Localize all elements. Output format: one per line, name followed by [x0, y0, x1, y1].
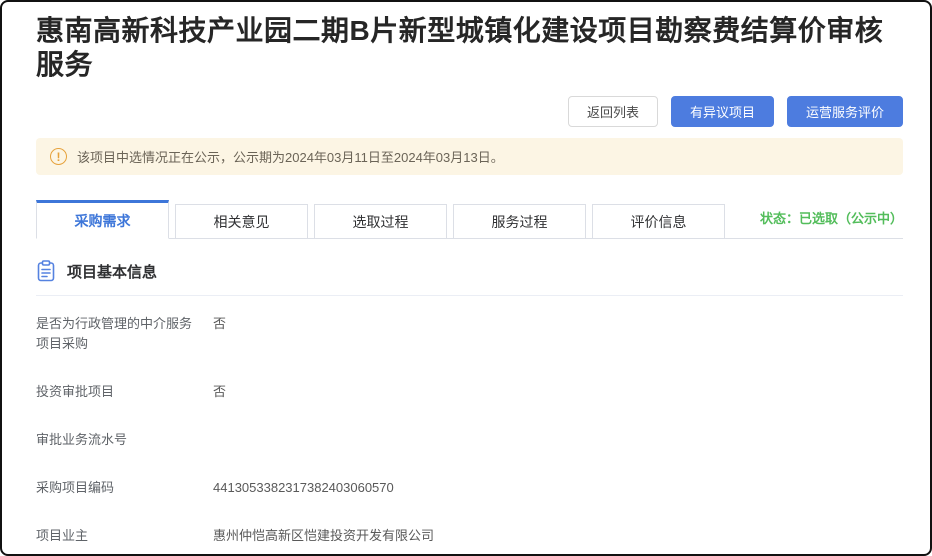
clipboard-icon: [36, 260, 56, 282]
field-label: 审批业务流水号: [36, 430, 199, 450]
field-row-procurement-project-code: 采购项目编码 4413053382317382403060570: [36, 464, 903, 512]
field-value: 否: [213, 382, 226, 402]
dispute-project-button[interactable]: 有异议项目: [671, 96, 774, 127]
field-row-approval-serial-number: 审批业务流水号: [36, 416, 903, 464]
back-to-list-button[interactable]: 返回列表: [568, 96, 658, 127]
field-row-investment-approval: 投资审批项目 否: [36, 368, 903, 416]
field-label: 投资审批项目: [36, 382, 199, 402]
tab-evaluation-info[interactable]: 评价信息: [592, 204, 725, 238]
field-label: 项目业主: [36, 526, 199, 546]
section-title: 项目基本信息: [67, 261, 157, 282]
tab-procurement-requirements[interactable]: 采购需求: [36, 200, 169, 239]
field-value: 4413053382317382403060570: [213, 478, 394, 498]
field-value: 否: [213, 314, 226, 334]
field-label: 采购项目编码: [36, 478, 199, 498]
publicity-notice-bar: ! 该项目中选情况正在公示，公示期为2024年03月11日至2024年03月13…: [36, 138, 903, 175]
tab-selection-process[interactable]: 选取过程: [314, 204, 447, 238]
service-evaluation-button[interactable]: 运营服务评价: [787, 96, 903, 127]
notice-text: 该项目中选情况正在公示，公示期为2024年03月11日至2024年03月13日。: [77, 147, 504, 166]
warning-circle-icon: !: [50, 148, 67, 165]
tab-service-process[interactable]: 服务过程: [453, 204, 586, 238]
basic-info-fields: 是否为行政管理的中介服务项目采购 否 投资审批项目 否 审批业务流水号 采购项目…: [36, 300, 903, 556]
section-divider: [36, 295, 903, 296]
field-row-intermediary-service: 是否为行政管理的中介服务项目采购 否: [36, 300, 903, 368]
project-detail-page: 惠南高新科技产业园二期B片新型城镇化建设项目勘察费结算价审核服务 返回列表 有异…: [0, 0, 932, 556]
page-title: 惠南高新科技产业园二期B片新型城镇化建设项目勘察费结算价审核服务: [36, 14, 903, 82]
field-row-project-owner: 项目业主 惠州仲恺高新区恺建投资开发有限公司: [36, 512, 903, 556]
tab-related-opinions[interactable]: 相关意见: [175, 204, 308, 238]
field-label: 是否为行政管理的中介服务项目采购: [36, 314, 199, 354]
field-value: 惠州仲恺高新区恺建投资开发有限公司: [213, 526, 434, 546]
section-header: 项目基本信息: [36, 260, 903, 282]
tab-bar: 采购需求 相关意见 选取过程 服务过程 评价信息 状态：已选取（公示中）: [36, 200, 903, 239]
actions-toolbar: 返回列表 有异议项目 运营服务评价: [36, 96, 903, 127]
project-status-text: 状态：已选取（公示中）: [760, 208, 903, 238]
